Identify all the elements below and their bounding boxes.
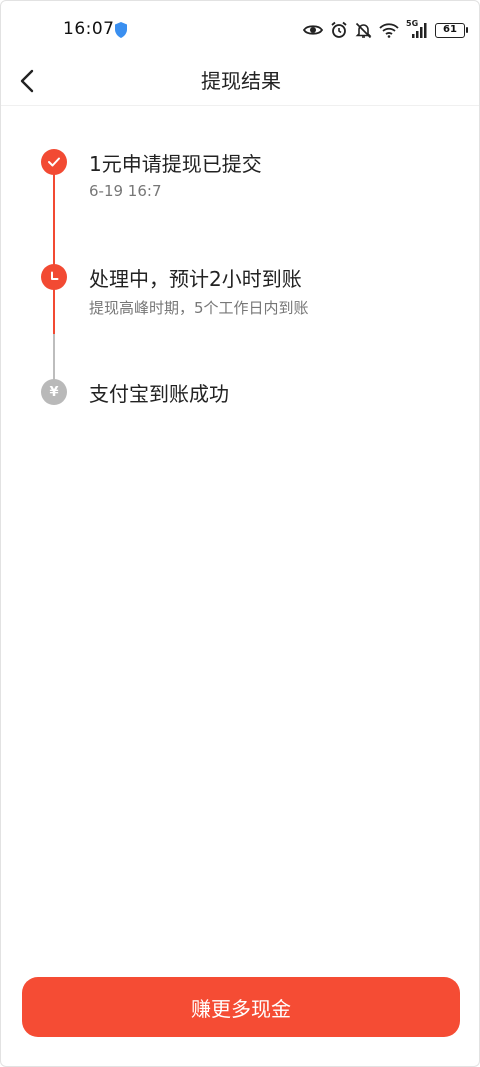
shield-icon	[115, 22, 127, 38]
step-2-subtitle: 提现高峰时期，5个工作日内到账	[89, 299, 309, 317]
page-title: 提现结果	[201, 69, 281, 93]
status-time: 16:07	[63, 19, 115, 39]
step-1-title: 1元申请提现已提交	[89, 152, 262, 176]
signal-icon	[412, 22, 427, 38]
eye-icon	[303, 25, 323, 35]
signal-group: 5G	[406, 19, 428, 39]
check-icon	[48, 157, 60, 167]
step-1-subtitle: 6-19 16:7	[89, 182, 162, 200]
alarm-icon	[331, 21, 347, 38]
timeline-connector-done	[53, 162, 55, 334]
step-1-status	[41, 149, 67, 175]
wifi-icon	[379, 22, 399, 38]
step-2-status	[41, 264, 67, 290]
yen-icon: ¥	[49, 384, 59, 400]
battery-indicator: 61	[435, 22, 468, 38]
mute-bell-icon	[355, 22, 372, 38]
status-icons: 5G 61	[303, 19, 468, 41]
header-bar: 提现结果	[1, 59, 479, 106]
step-2-title: 处理中，预计2小时到账	[89, 267, 302, 291]
step-3-title: 支付宝到账成功	[89, 382, 229, 406]
app-frame: 16:07 5G 61 提现结果 1元申请提现已提交 6-19 16:7 处理中…	[0, 0, 480, 1067]
clock-icon	[51, 271, 59, 280]
status-bar: 16:07 5G 61	[1, 1, 479, 59]
step-3-status: ¥	[41, 379, 67, 405]
earn-more-cash-button[interactable]: 赚更多现金	[22, 977, 460, 1037]
